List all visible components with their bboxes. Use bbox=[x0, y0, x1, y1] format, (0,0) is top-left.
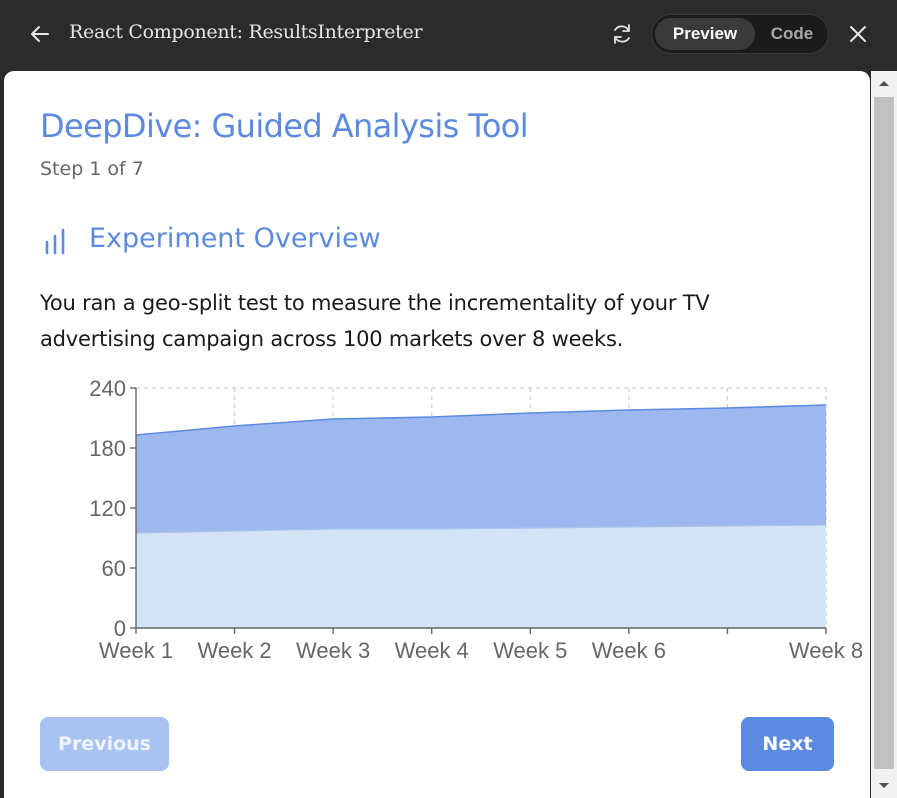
x-tick-label: Week 5 bbox=[493, 638, 567, 663]
x-tick-label: Week 1 bbox=[99, 638, 173, 663]
window-title: React Component: ResultsInterpreter bbox=[69, 21, 423, 43]
y-tick-label: 60 bbox=[102, 556, 126, 581]
scrollbar[interactable] bbox=[871, 71, 897, 798]
y-tick-label: 180 bbox=[89, 436, 126, 461]
x-tick-label: Week 2 bbox=[197, 638, 271, 663]
preview-panel: DeepDive: Guided Analysis Tool Step 1 of… bbox=[4, 71, 870, 798]
next-button[interactable]: Next bbox=[741, 717, 834, 771]
preview-tab[interactable]: Preview bbox=[655, 18, 755, 50]
code-tab[interactable]: Code bbox=[757, 18, 827, 50]
back-button[interactable] bbox=[26, 20, 54, 48]
scroll-up-arrow-icon[interactable] bbox=[871, 71, 897, 95]
area-series-lower bbox=[136, 525, 826, 628]
close-icon bbox=[850, 26, 866, 42]
area-chart: 060120180240Week 1 Week 2 Week 3 Week 4 Week… bbox=[89, 376, 863, 663]
previous-button[interactable]: Previous bbox=[40, 717, 169, 771]
title-bar: React Component: ResultsInterpreter Prev… bbox=[0, 0, 897, 70]
arrow-left-icon bbox=[31, 26, 49, 42]
x-tick-label: Week 3 bbox=[296, 638, 370, 663]
scroll-down-arrow-icon[interactable] bbox=[871, 775, 897, 798]
close-button[interactable] bbox=[844, 20, 872, 48]
x-tick-label: Week 6 bbox=[592, 638, 666, 663]
refresh-button[interactable] bbox=[608, 20, 636, 48]
refresh-icon bbox=[614, 24, 630, 44]
y-tick-label: 240 bbox=[89, 376, 126, 401]
y-tick-label: 120 bbox=[89, 496, 126, 521]
x-tick-label: Week 8 bbox=[789, 638, 863, 663]
x-tick-label: Week 4 bbox=[395, 638, 469, 663]
scroll-thumb[interactable] bbox=[874, 97, 894, 769]
area-series-upper bbox=[136, 405, 826, 533]
preview-code-toggle: Preview Code bbox=[651, 14, 829, 54]
